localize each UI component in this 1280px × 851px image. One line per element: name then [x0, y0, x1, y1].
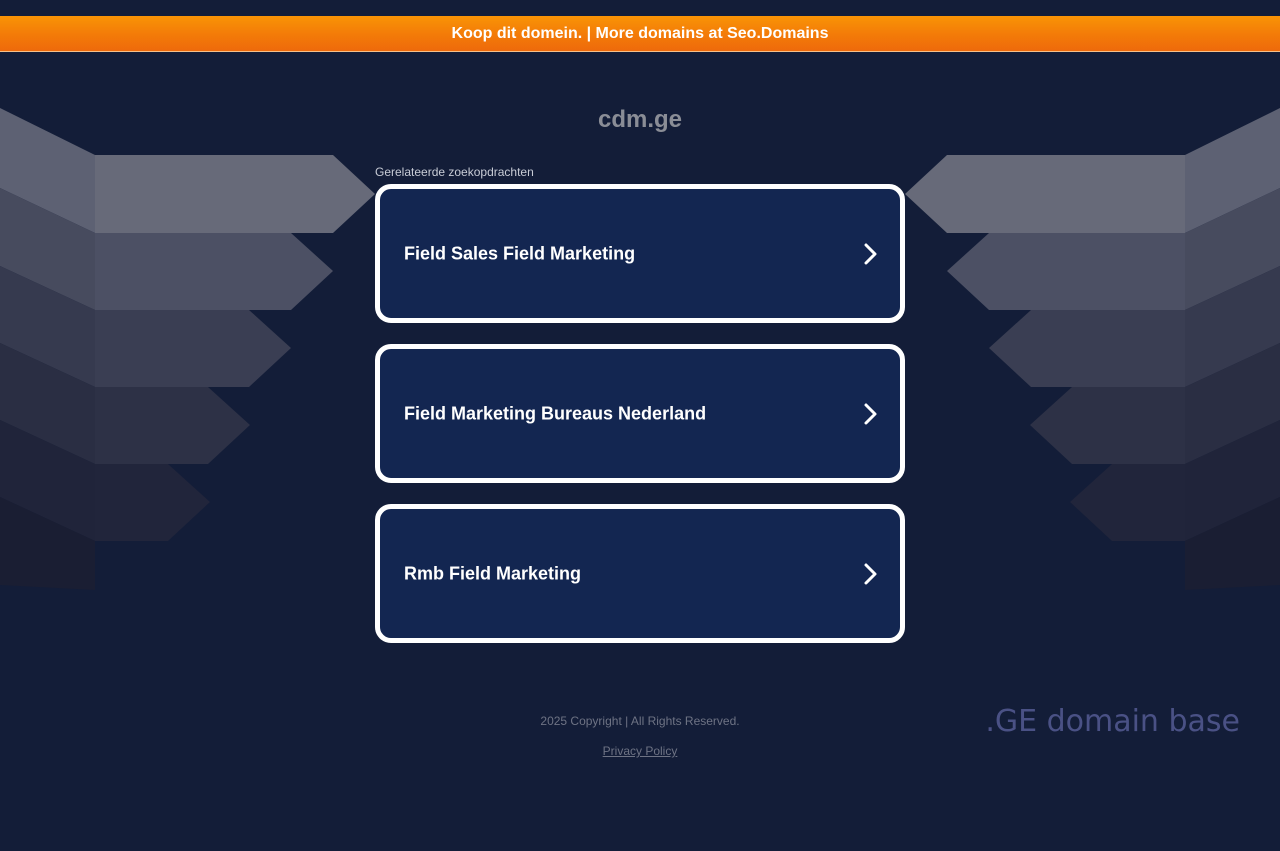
related-search-card[interactable]: Field Sales Field Marketing — [375, 184, 905, 323]
related-search-label: Rmb Field Marketing — [404, 563, 582, 583]
left-wing-decoration — [0, 108, 375, 590]
related-searches-label: Gerelateerde zoekopdrachten — [375, 165, 534, 179]
related-search-label: Field Marketing Bureaus Nederland — [404, 403, 707, 423]
chevron-right-icon — [864, 403, 877, 424]
related-search-label: Field Sales Field Marketing — [404, 243, 636, 263]
privacy-policy-link[interactable]: Privacy Policy — [603, 744, 678, 758]
domain-title: cdm.ge — [597, 106, 683, 133]
promo-bar: Koop dit domein. | More domains at Seo.D… — [0, 16, 1280, 52]
privacy-policy-container: Privacy Policy — [0, 743, 1280, 759]
brand-mark: .GE domain base — [985, 704, 1240, 739]
buy-domain-link[interactable]: Koop dit domein. | More domains at Seo.D… — [452, 16, 829, 51]
related-search-card[interactable]: Field Marketing Bureaus Nederland — [375, 344, 905, 483]
chevron-right-icon — [864, 563, 877, 584]
chevron-right-icon — [864, 243, 877, 264]
right-wing-decoration — [905, 108, 1280, 590]
related-search-card[interactable]: Rmb Field Marketing — [375, 504, 905, 643]
